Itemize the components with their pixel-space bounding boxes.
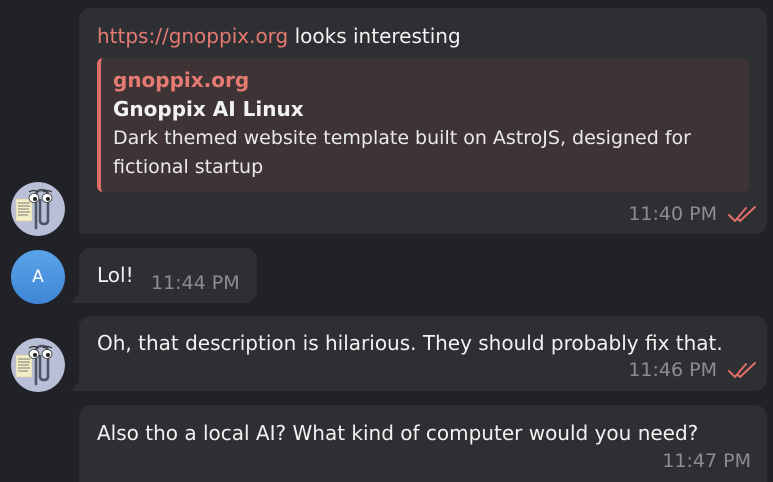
message-text: Also tho a local AI? What kind of comput… <box>97 421 699 445</box>
message-text-body: looks interesting <box>288 24 461 48</box>
message-meta: 11:44 PM <box>151 272 240 294</box>
double-check-icon <box>728 362 756 378</box>
user-avatar[interactable]: A <box>11 250 65 304</box>
link-preview-title: Gnoppix AI Linux <box>113 97 304 121</box>
message-timestamp: 11:40 PM <box>628 203 717 225</box>
message-link[interactable]: https://gnoppix.org <box>97 24 288 48</box>
avatar-initial: A <box>32 267 44 287</box>
clippy-avatar[interactable] <box>11 338 65 392</box>
message-meta: 11:47 PM <box>662 450 751 472</box>
message-meta: 11:40 PM <box>628 203 757 225</box>
message-timestamp: 11:46 PM <box>628 359 717 381</box>
clippy-avatar[interactable] <box>11 182 65 236</box>
double-check-icon <box>728 206 756 222</box>
message-bubble[interactable]: Oh, that description is hilarious. They … <box>79 316 767 391</box>
link-preview-card[interactable]: gnoppix.org Gnoppix AI Linux Dark themed… <box>97 58 749 192</box>
message-bubble[interactable]: Also tho a local AI? What kind of comput… <box>79 405 767 482</box>
link-preview-description: Dark themed website template built on As… <box>113 127 691 178</box>
message-bubble[interactable]: https://gnoppix.org looks interesting gn… <box>79 8 767 234</box>
message-meta: 11:46 PM <box>628 359 757 381</box>
message-timestamp: 11:44 PM <box>151 272 240 294</box>
message-text: Oh, that description is hilarious. They … <box>97 331 723 355</box>
message-text: Lol! <box>97 263 134 287</box>
message-timestamp: 11:47 PM <box>662 450 751 472</box>
message-bubble[interactable]: Lol! 11:44 PM <box>79 248 257 303</box>
paperclip-icon <box>11 182 65 236</box>
message-text: https://gnoppix.org looks interesting <box>97 24 461 48</box>
paperclip-icon <box>11 338 65 392</box>
link-preview-site: gnoppix.org <box>113 68 250 92</box>
